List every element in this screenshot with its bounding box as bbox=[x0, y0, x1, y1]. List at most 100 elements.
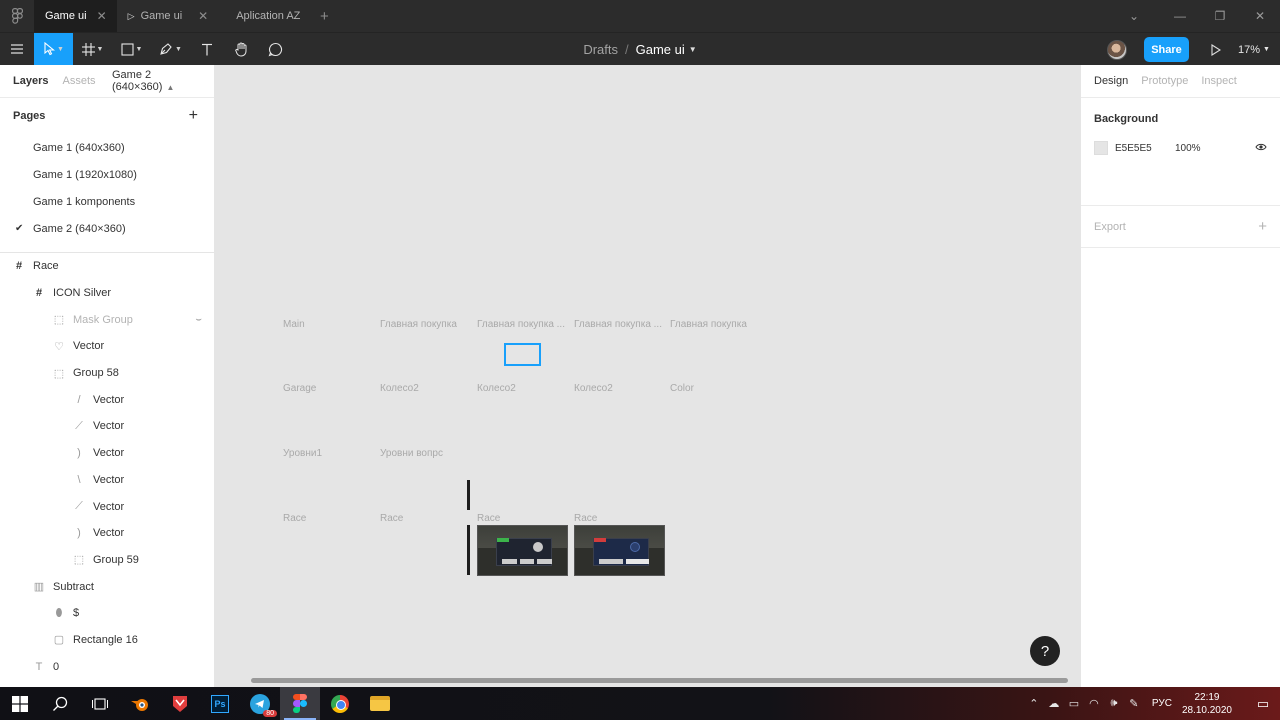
battery-icon[interactable]: ▭ bbox=[1064, 697, 1084, 710]
background-swatch[interactable] bbox=[1094, 141, 1108, 155]
avatar[interactable] bbox=[1107, 39, 1127, 60]
frame-label[interactable]: Уровни вопрс bbox=[380, 448, 443, 459]
frame-label[interactable]: Garage bbox=[283, 383, 316, 394]
narrow-frame[interactable] bbox=[467, 480, 470, 510]
frame-label[interactable]: Race bbox=[283, 513, 306, 524]
frame-label[interactable]: Race bbox=[574, 513, 597, 524]
frame-label[interactable]: Race bbox=[380, 513, 403, 524]
layer-row[interactable]: ♡ Vector bbox=[0, 333, 214, 360]
page-item[interactable]: Game 1 (1920x1080) bbox=[0, 161, 214, 188]
zoom-menu[interactable]: 17% ▼ bbox=[1238, 44, 1280, 56]
add-page-plus-icon[interactable]: + bbox=[189, 107, 198, 125]
frame-label[interactable]: Главная покупка bbox=[670, 319, 747, 330]
wifi-icon[interactable]: ◠ bbox=[1084, 697, 1104, 710]
breadcrumb-drafts-link[interactable]: Drafts bbox=[583, 42, 618, 57]
frame-label[interactable]: Главная покупка bbox=[380, 319, 457, 330]
frame-label[interactable]: Колесо2 bbox=[380, 383, 419, 394]
layer-row[interactable]: ▥ Subtract bbox=[0, 573, 214, 600]
clock[interactable]: 22:19 28.10.2020 bbox=[1182, 691, 1232, 717]
text-tool[interactable] bbox=[190, 33, 224, 66]
layer-row[interactable]: # ICON Silver bbox=[0, 280, 214, 307]
file-tab[interactable]: Aplication AZ bbox=[218, 0, 310, 32]
blender-icon[interactable] bbox=[120, 687, 160, 720]
figma-logo-icon[interactable] bbox=[0, 0, 34, 32]
frame-label[interactable]: Колесо2 bbox=[574, 383, 613, 394]
page-item[interactable]: Game 1 (640x360) bbox=[0, 134, 214, 161]
pen-workspace-icon[interactable]: ✎ bbox=[1124, 697, 1144, 710]
chevron-up-icon[interactable]: ⌃ bbox=[1024, 697, 1044, 710]
search-icon[interactable] bbox=[40, 687, 80, 720]
tab-inspect[interactable]: Inspect bbox=[1201, 75, 1236, 87]
cloud-icon[interactable]: ☁ bbox=[1044, 697, 1064, 710]
pen-tool[interactable]: ▼ bbox=[151, 33, 190, 66]
add-export-plus-icon[interactable]: + bbox=[1258, 218, 1267, 235]
canvas[interactable]: Main Главная покупка Главная покупка ...… bbox=[215, 65, 1080, 687]
tab-assets[interactable]: Assets bbox=[62, 75, 95, 87]
tab-layers[interactable]: Layers bbox=[13, 75, 48, 87]
frame-tool[interactable]: ▼ bbox=[73, 33, 112, 66]
page-selector[interactable]: Game 2 (640×360) ▲ bbox=[112, 69, 214, 93]
layer-row[interactable]: ⬚ Mask Group ⌣ bbox=[0, 306, 214, 333]
layer-row[interactable]: ⟋ Vector bbox=[0, 413, 214, 440]
layer-row[interactable]: ⬚ Group 58 bbox=[0, 360, 214, 387]
race-frame-thumbnail[interactable] bbox=[477, 525, 568, 576]
present-play-icon[interactable] bbox=[1201, 43, 1231, 56]
telegram-icon[interactable]: 80 bbox=[240, 687, 280, 720]
narrow-frame[interactable] bbox=[467, 525, 470, 575]
frame-label[interactable]: Колесо2 bbox=[477, 383, 516, 394]
frame-label[interactable]: Color bbox=[670, 383, 694, 394]
race-frame-thumbnail[interactable] bbox=[574, 525, 665, 576]
layer-row[interactable]: ⬚ Group 59 bbox=[0, 547, 214, 574]
move-tool[interactable]: ▼ bbox=[34, 32, 73, 66]
frame-label[interactable]: Главная покупка ... bbox=[477, 319, 565, 330]
tab-prototype[interactable]: Prototype bbox=[1141, 75, 1188, 87]
hand-tool[interactable] bbox=[224, 33, 258, 66]
selection-outline[interactable] bbox=[504, 343, 541, 366]
layer-row[interactable]: # Race bbox=[0, 253, 214, 280]
minimize-icon[interactable]: — bbox=[1160, 9, 1200, 23]
horizontal-scrollbar[interactable] bbox=[251, 678, 1068, 683]
figma-taskbar-icon[interactable] bbox=[280, 687, 320, 720]
volume-icon[interactable]: 🕪 bbox=[1104, 697, 1124, 710]
file-name[interactable]: Game ui bbox=[636, 42, 685, 57]
close-window-icon[interactable]: ✕ bbox=[1240, 9, 1280, 23]
windows-start-icon[interactable] bbox=[0, 687, 40, 720]
eye-icon[interactable] bbox=[1255, 143, 1267, 154]
background-opacity-input[interactable]: 100% bbox=[1175, 143, 1255, 154]
share-button[interactable]: Share bbox=[1144, 37, 1189, 62]
frame-label[interactable]: Главная покупка ... bbox=[574, 319, 662, 330]
file-explorer-icon[interactable] bbox=[360, 687, 400, 720]
frame-label[interactable]: Race bbox=[477, 513, 500, 524]
layer-row[interactable]: ⬮ $ bbox=[0, 600, 214, 627]
layer-row[interactable]: ) Vector bbox=[0, 520, 214, 547]
page-item-current[interactable]: ✔ Game 2 (640×360) bbox=[0, 215, 214, 242]
shape-tool[interactable]: ▼ bbox=[112, 33, 151, 66]
chevron-down-icon[interactable]: ⌄ bbox=[1114, 9, 1154, 23]
layer-row[interactable]: T0 bbox=[0, 653, 214, 680]
chevron-down-icon[interactable]: ▼ bbox=[689, 45, 697, 54]
task-view-icon[interactable] bbox=[80, 687, 120, 720]
hidden-eye-icon[interactable]: ⌣ bbox=[195, 314, 202, 325]
new-tab-plus-icon[interactable]: + bbox=[314, 8, 334, 25]
tab-design[interactable]: Design bbox=[1094, 75, 1128, 87]
language-indicator[interactable]: РУС bbox=[1152, 698, 1172, 709]
comment-tool[interactable] bbox=[258, 33, 292, 66]
frame-label[interactable]: Main bbox=[283, 319, 305, 330]
layer-row[interactable]: ) Vector bbox=[0, 440, 214, 467]
notifications-icon[interactable]: ▭ bbox=[1246, 696, 1280, 712]
layer-row[interactable]: ⟋ Vector bbox=[0, 493, 214, 520]
chrome-icon[interactable] bbox=[320, 687, 360, 720]
layer-row[interactable]: \ Vector bbox=[0, 467, 214, 494]
page-item[interactable]: Game 1 komponents bbox=[0, 188, 214, 215]
prototype-tab[interactable]: ▷ Game ui ✕ bbox=[117, 0, 219, 32]
file-tab[interactable]: Game ui ✕ bbox=[34, 0, 117, 32]
restore-icon[interactable]: ❐ bbox=[1200, 9, 1240, 23]
layer-row[interactable]: ▢ Rectangle 16 bbox=[0, 627, 214, 654]
frame-label[interactable]: Уровни1 bbox=[283, 448, 322, 459]
close-tab-icon[interactable]: ✕ bbox=[97, 9, 107, 23]
photoshop-icon[interactable]: Ps bbox=[200, 687, 240, 720]
close-tab-icon[interactable]: ✕ bbox=[198, 9, 208, 23]
red-app-icon[interactable] bbox=[160, 687, 200, 720]
main-menu-icon[interactable] bbox=[0, 33, 34, 66]
background-hex-input[interactable]: E5E5E5 bbox=[1115, 143, 1175, 154]
